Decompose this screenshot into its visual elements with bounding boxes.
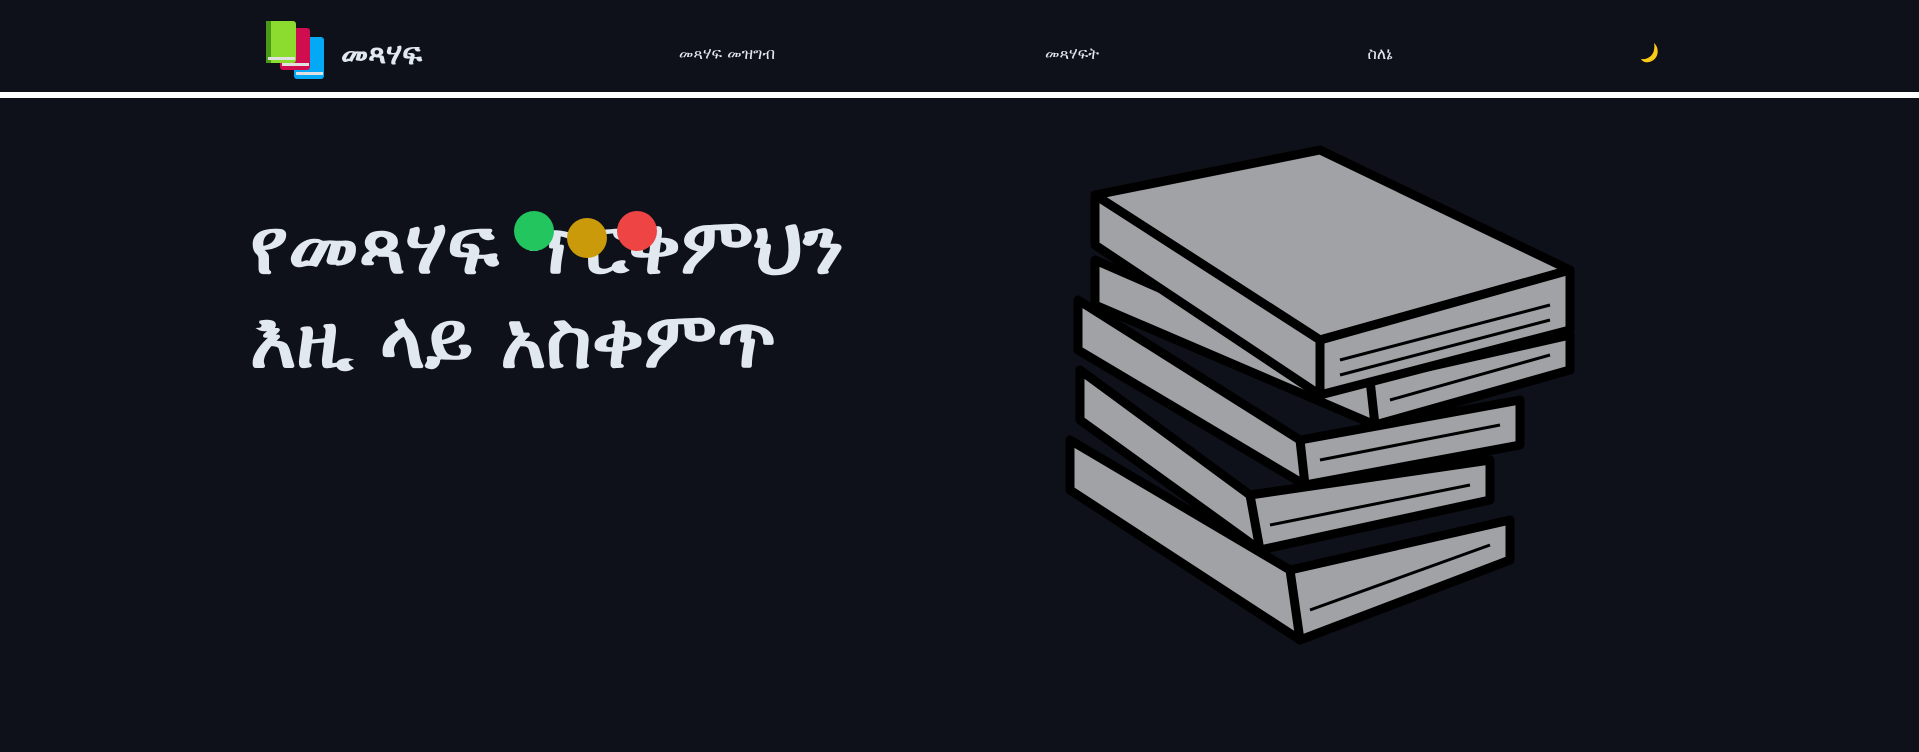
moon-icon	[1641, 43, 1658, 63]
logo-text: መጻሃፍ	[341, 36, 423, 72]
logo[interactable]: መጻሃፍ	[265, 20, 422, 80]
hero-title: የመጻሃፍ ጥርቅምህን እዚ ላይ አስቀምጥ	[250, 202, 844, 386]
nav-add-book[interactable]: መጻሃፍ መዝግብ	[679, 44, 775, 64]
red-dot	[617, 211, 657, 251]
book-stack-illustration	[1065, 145, 1575, 645]
nav-books[interactable]: መጻሃፍት	[1045, 44, 1099, 64]
yellow-dot	[567, 218, 607, 258]
green-dot	[514, 211, 554, 251]
nav-about[interactable]: ስለኔ	[1367, 44, 1392, 64]
books-icon	[266, 21, 324, 79]
theme-toggle[interactable]	[1640, 42, 1662, 68]
header-divider	[0, 92, 1919, 98]
site-header: መጻሃፍ መጻሃፍ መዝግብ መጻሃፍት ስለኔ	[0, 0, 1919, 92]
